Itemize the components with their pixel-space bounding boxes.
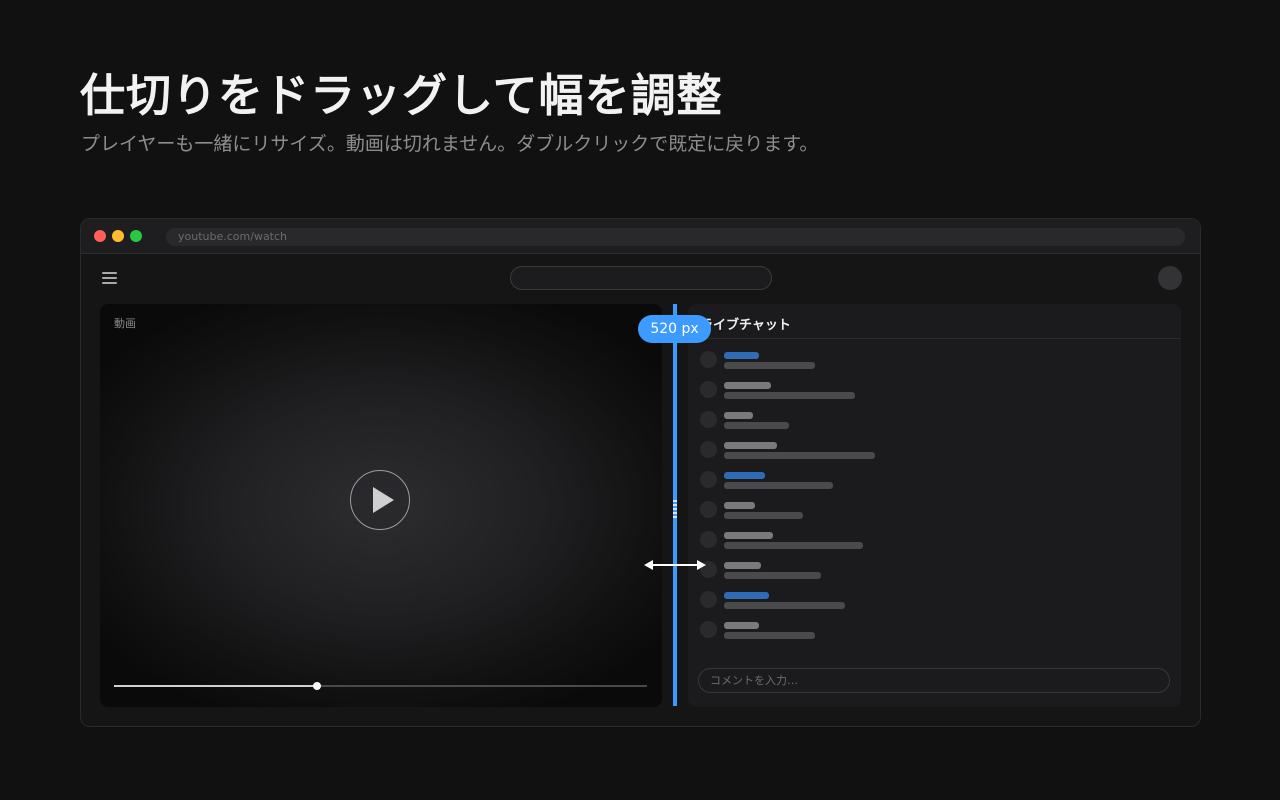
- chat-text: [724, 542, 863, 549]
- chat-username: [724, 562, 761, 569]
- chat-text: [724, 632, 815, 639]
- avatar[interactable]: [1158, 266, 1182, 290]
- chat-avatar: [700, 531, 717, 548]
- chat-comment-input[interactable]: コメントを入力…: [698, 668, 1170, 693]
- chat-avatar: [700, 591, 717, 608]
- play-icon[interactable]: [350, 470, 410, 530]
- chat-avatar: [700, 621, 717, 638]
- chat-text: [724, 362, 815, 369]
- chat-text: [724, 482, 833, 489]
- chat-avatar: [700, 411, 717, 428]
- drag-handle-icon[interactable]: [673, 498, 677, 518]
- chat-text: [724, 602, 845, 609]
- chat-username: [724, 412, 753, 419]
- chat-text: [724, 392, 855, 399]
- close-window-button[interactable]: [94, 230, 106, 242]
- progress-bar[interactable]: [114, 682, 647, 690]
- chat-header-divider: [688, 338, 1181, 339]
- chat-username: [724, 352, 759, 359]
- page-title: 仕切りをドラッグして幅を調整: [80, 69, 723, 122]
- chat-avatar: [700, 351, 717, 368]
- maximize-window-button[interactable]: [130, 230, 142, 242]
- progress-handle[interactable]: [312, 682, 321, 690]
- search-input[interactable]: [510, 266, 772, 290]
- page-subtitle: プレイヤーも一緒にリサイズ。動画は切れません。ダブルクリックで既定に戻ります。: [81, 133, 819, 155]
- chat-username: [724, 622, 759, 629]
- chat-username: [724, 442, 777, 449]
- chat-text: [724, 452, 875, 459]
- width-badge: 520 px: [638, 315, 711, 343]
- minimize-window-button[interactable]: [112, 230, 124, 242]
- chat-text: [724, 512, 803, 519]
- chat-text: [724, 422, 789, 429]
- chat-text: [724, 572, 821, 579]
- chat-username: [724, 532, 773, 539]
- live-chat-panel: ライブチャット コメントを入力…: [688, 304, 1181, 707]
- chat-username: [724, 502, 755, 509]
- browser-window: youtube.com/watch 動画 ライブチャット コメントを入力…: [80, 218, 1201, 727]
- menu-icon[interactable]: [102, 272, 117, 284]
- browser-titlebar: youtube.com/watch: [81, 219, 1200, 254]
- chat-username: [724, 382, 771, 389]
- chat-avatar: [700, 441, 717, 458]
- chat-username: [724, 592, 769, 599]
- progress-fill: [114, 685, 317, 687]
- chat-avatar: [700, 501, 717, 518]
- chat-avatar: [700, 471, 717, 488]
- resize-arrows-icon: [644, 560, 706, 570]
- chat-username: [724, 472, 765, 479]
- chat-title: ライブチャット: [700, 318, 791, 333]
- video-player[interactable]: 動画: [100, 304, 662, 707]
- address-bar[interactable]: youtube.com/watch: [166, 228, 1185, 246]
- chat-avatar: [700, 381, 717, 398]
- player-label: 動画: [114, 317, 136, 330]
